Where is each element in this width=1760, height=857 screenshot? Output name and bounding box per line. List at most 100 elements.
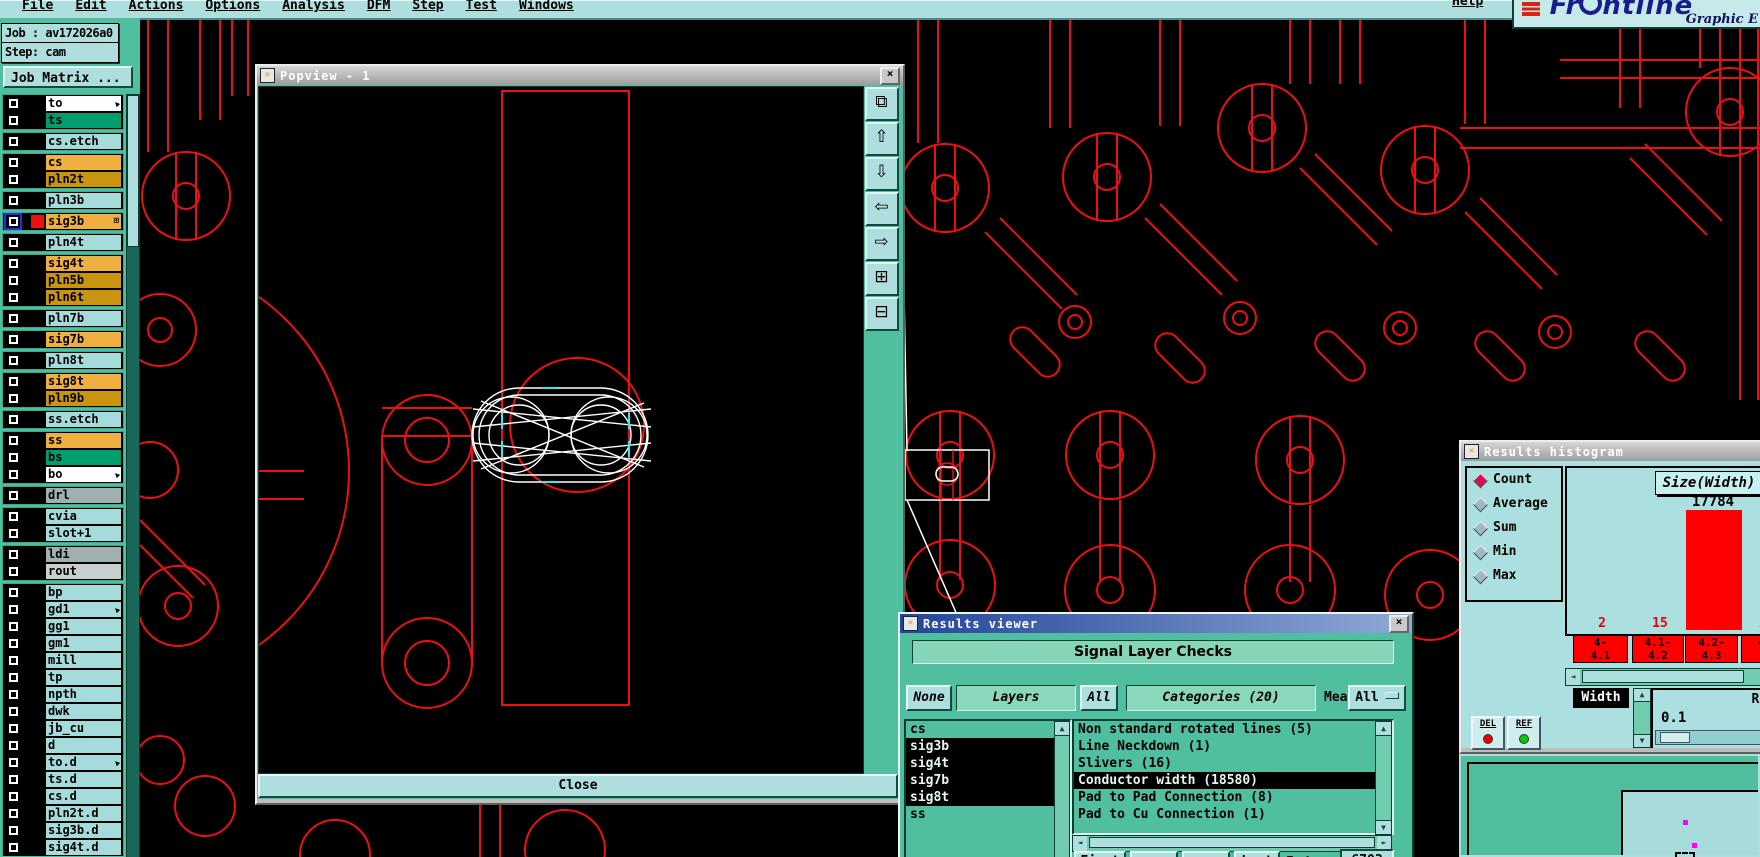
layer-name-chip[interactable]: sig4t (46, 256, 121, 271)
menu-item-dfm[interactable]: DFM (367, 0, 390, 13)
scroll-up-icon[interactable]: ▲ (1376, 722, 1391, 736)
layer-color-swatch[interactable] (31, 756, 44, 769)
layer-name-chip[interactable]: bs (46, 450, 121, 465)
layer-name-chip[interactable]: ts.d (46, 772, 121, 787)
layer-name-chip[interactable]: pln5b (46, 273, 121, 288)
layer-visibility-checkbox[interactable] (4, 373, 22, 390)
layer-visibility-checkbox[interactable] (4, 432, 22, 449)
layer-name-chip[interactable]: rout (46, 564, 121, 579)
layer-visibility-checkbox[interactable] (4, 133, 22, 150)
scroll-up-icon[interactable]: ▲ (1634, 689, 1650, 702)
layer-row-gm1[interactable]: gm1 (3, 635, 123, 652)
pan-up-icon[interactable]: ⇧ (864, 122, 899, 156)
zoom-in-icon[interactable]: ⊟ (864, 297, 899, 331)
rv-layer-item-sig3b[interactable]: sig3b (906, 738, 1055, 755)
layer-color-swatch[interactable] (31, 722, 44, 735)
layer-color-swatch[interactable] (31, 333, 44, 346)
index-field[interactable]: 6703 (1340, 849, 1394, 857)
meas-dropdown[interactable]: All (1348, 685, 1406, 711)
layer-color-swatch[interactable] (31, 434, 44, 447)
layer-row-pln2t[interactable]: pln2t (3, 171, 123, 188)
layer-visibility-checkbox[interactable] (4, 272, 22, 289)
layer-visibility-checkbox[interactable] (4, 255, 22, 272)
rv-layer-item-sig7b[interactable]: sig7b (906, 772, 1055, 789)
layer-color-swatch[interactable] (31, 773, 44, 786)
new-popview-icon[interactable]: ⧉ (864, 87, 899, 121)
layer-row-jb_cu[interactable]: jb_cu (3, 720, 123, 737)
rv-layer-item-sig8t[interactable]: sig8t (906, 789, 1055, 806)
layer-name-chip[interactable]: sig7b (46, 332, 121, 347)
layer-name-chip[interactable]: ldi (46, 547, 121, 562)
none-button[interactable]: None (906, 685, 952, 711)
defect-dot[interactable] (1683, 820, 1688, 825)
scrollbar-thumb[interactable] (127, 95, 139, 247)
layer-row-bo[interactable]: bo ▲ (3, 466, 123, 483)
layer-row-ss[interactable]: ss (3, 432, 123, 449)
layer-name-chip[interactable]: pln3b (46, 193, 121, 208)
layer-row-sig4t.d[interactable]: sig4t.d (3, 839, 123, 856)
layer-row-ts.d[interactable]: ts.d (3, 771, 123, 788)
layer-visibility-checkbox[interactable] (4, 466, 22, 483)
layer-color-swatch[interactable] (31, 688, 44, 701)
layer-visibility-checkbox[interactable] (4, 737, 22, 754)
layer-name-chip[interactable]: pln4t (46, 235, 121, 250)
layer-row-pln5b[interactable]: pln5b (3, 272, 123, 289)
layer-name-chip[interactable]: cs.d (46, 789, 121, 804)
layer-name-chip[interactable]: npth (46, 687, 121, 702)
layer-color-swatch[interactable] (31, 392, 44, 405)
layer-row-sig4t[interactable]: sig4t (3, 255, 123, 272)
menu-item-windows[interactable]: Windows (519, 0, 574, 13)
layer-color-swatch[interactable] (31, 468, 44, 481)
layer-color-swatch[interactable] (31, 312, 44, 325)
pan-right-icon[interactable]: ⇨ (864, 227, 899, 261)
layer-row-pln8t[interactable]: pln8t (3, 352, 123, 369)
layer-color-swatch[interactable] (31, 739, 44, 752)
layer-row-cvia[interactable]: cvia (3, 508, 123, 525)
layer-name-chip[interactable]: bp (46, 585, 121, 600)
layer-color-swatch[interactable] (31, 527, 44, 540)
rv-layer-item-cs[interactable]: cs (906, 721, 1055, 738)
ref-button[interactable]: REF (1507, 716, 1541, 750)
first-button[interactable]: First (1074, 851, 1126, 857)
layer-name-chip[interactable]: cs.etch (46, 134, 121, 149)
all-button[interactable]: All (1080, 685, 1118, 711)
menu-item-step[interactable]: Step (412, 0, 443, 13)
layer-visibility-checkbox[interactable] (4, 720, 22, 737)
scroll-up-icon[interactable]: ▲ (1055, 722, 1069, 736)
layer-visibility-checkbox[interactable] (4, 839, 22, 856)
rv-layers-scrollbar[interactable]: ▲ (1054, 721, 1070, 857)
layer-list-scrollbar[interactable] (126, 94, 140, 857)
layer-visibility-checkbox[interactable] (4, 192, 22, 209)
layer-color-swatch[interactable] (31, 603, 44, 616)
layer-visibility-checkbox[interactable] (4, 154, 22, 171)
layer-row-sig7b[interactable]: sig7b (3, 331, 123, 348)
layer-visibility-checkbox[interactable] (4, 563, 22, 580)
stat-radio-sum[interactable]: Sum (1467, 516, 1561, 540)
layer-row-ldi[interactable]: ldi (3, 546, 123, 563)
layer-name-chip[interactable]: pln6t (46, 290, 121, 305)
layer-color-swatch[interactable] (31, 97, 44, 110)
menu-item-help[interactable]: Help (1452, 0, 1483, 9)
rv-layer-item-sig4t[interactable]: sig4t (906, 755, 1055, 772)
layer-name-chip[interactable]: bo ▲ (46, 467, 121, 482)
layer-color-swatch[interactable] (31, 841, 44, 854)
rv-category-item[interactable]: Conductor width (18580) (1074, 772, 1376, 789)
layer-color-swatch[interactable] (31, 291, 44, 304)
layer-visibility-checkbox[interactable] (4, 487, 22, 504)
layer-visibility-checkbox[interactable] (4, 449, 22, 466)
layer-color-swatch[interactable] (31, 807, 44, 820)
layer-visibility-checkbox[interactable] (4, 331, 22, 348)
layer-visibility-checkbox[interactable] (4, 171, 22, 188)
layer-visibility-checkbox[interactable] (4, 234, 22, 251)
layer-row-sig3b[interactable]: sig3b ⊞ (3, 213, 123, 230)
layer-name-chip[interactable]: slot+1 (46, 526, 121, 541)
layer-color-swatch[interactable] (31, 236, 44, 249)
layer-color-swatch[interactable] (31, 194, 44, 207)
layer-name-chip[interactable]: sig4t.d (46, 840, 121, 855)
stat-radio-max[interactable]: Max (1467, 564, 1561, 588)
layer-visibility-checkbox[interactable] (4, 525, 22, 542)
layer-name-chip[interactable]: jb_cu (46, 721, 121, 736)
popview-titlebar[interactable]: ✕ Popview - 1 × (257, 66, 903, 85)
histogram-titlebar[interactable]: ✕ Results histogram (1461, 442, 1760, 461)
layer-name-chip[interactable]: sig3b.d (46, 823, 121, 838)
